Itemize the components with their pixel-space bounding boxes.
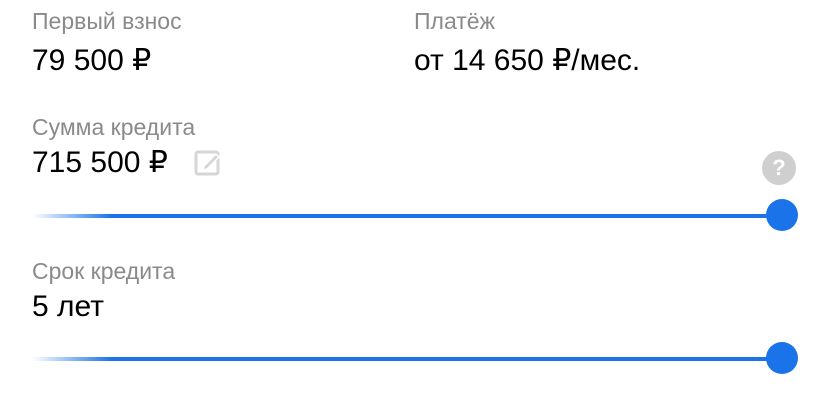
loan-amount-value[interactable]: 715 500 ₽: [32, 145, 168, 181]
loan-term-slider-handle[interactable]: [766, 342, 798, 374]
loan-amount-slider[interactable]: [32, 199, 798, 233]
loan-term-slider[interactable]: [32, 342, 798, 376]
loan-term-value: 5 лет: [32, 290, 104, 323]
question-icon[interactable]: ?: [762, 151, 796, 185]
payment-value: от 14 650 ₽/мес.: [414, 44, 641, 77]
payment-label: Платёж: [414, 8, 495, 34]
down-payment-value: 79 500 ₽: [32, 44, 152, 77]
loan-calculator: Первый взнос 79 500 ₽ Платёж от 14 650 ₽…: [0, 0, 828, 401]
loan-term-label: Срок кредита: [32, 258, 176, 284]
pencil-edit-icon[interactable]: [194, 148, 222, 176]
loan-amount-label: Сумма кредита: [32, 114, 196, 140]
down-payment-label: Первый взнос: [32, 8, 182, 34]
loan-term-slider-track[interactable]: [32, 357, 782, 361]
loan-amount-slider-handle[interactable]: [766, 199, 798, 231]
loan-amount-slider-track[interactable]: [32, 214, 782, 218]
